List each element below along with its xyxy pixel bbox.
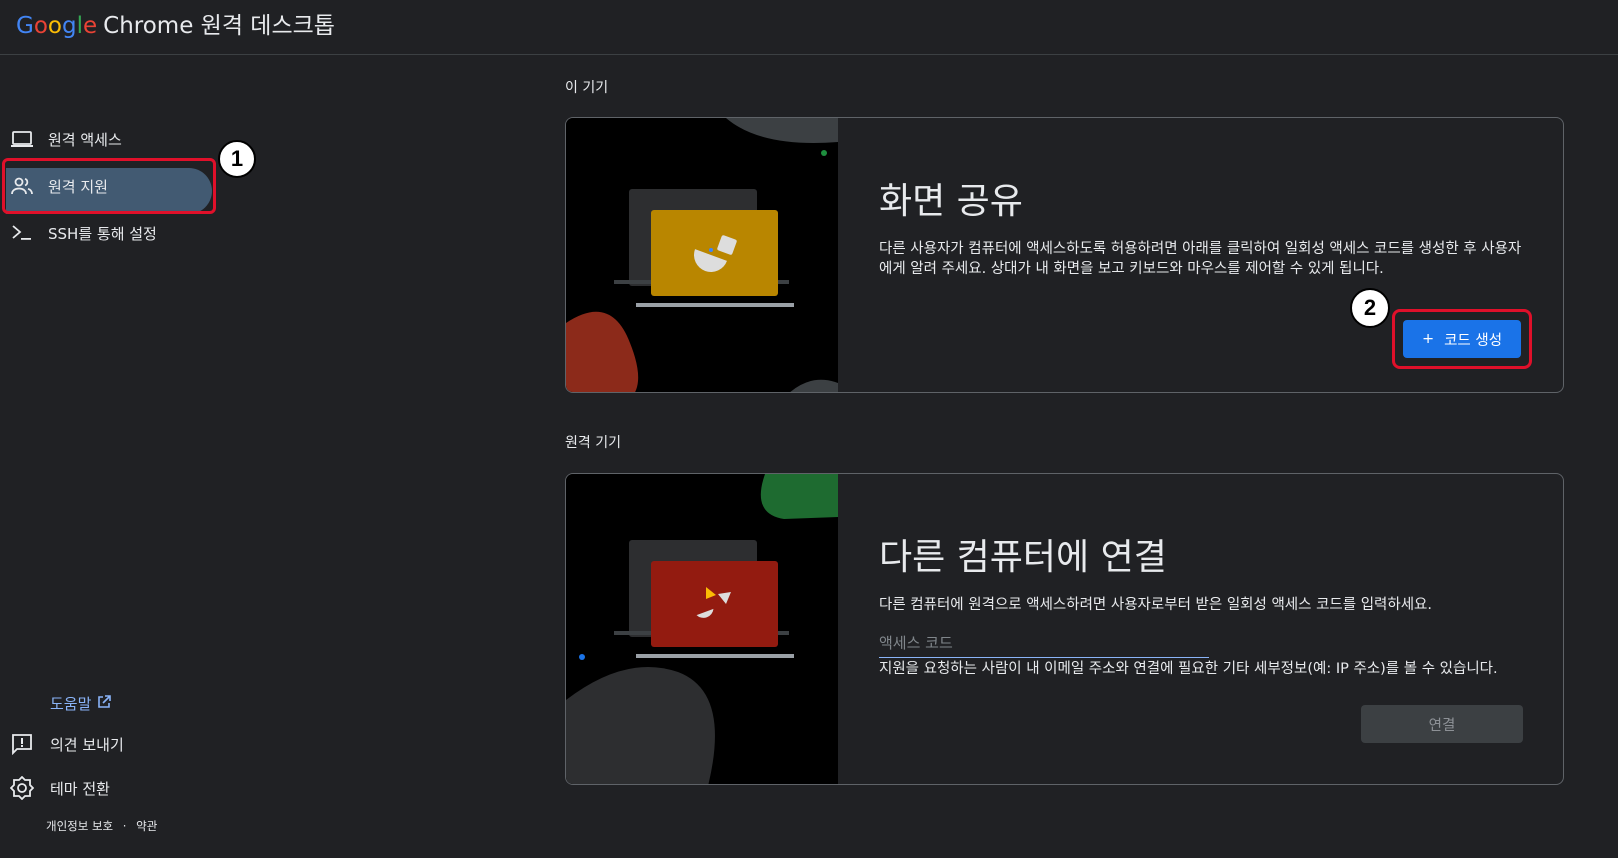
connect-computer-description: 다른 컴퓨터에 원격으로 액세스하려면 사용자로부터 받은 일회성 액세스 코드… bbox=[879, 597, 1433, 613]
laptop-icon bbox=[10, 127, 34, 151]
privacy-notice: 지원을 요청하는 사람이 내 이메일 주소와 연결에 필요한 기타 세부정보(예… bbox=[879, 661, 1498, 677]
theme-toggle-button[interactable]: 테마 전환 bbox=[10, 776, 110, 800]
sidebar-item-label: SSH를 통해 설정 bbox=[48, 224, 157, 243]
privacy-link[interactable]: 개인정보 보호 bbox=[46, 819, 113, 833]
connect-computer-illustration bbox=[566, 474, 838, 784]
sidebar-item-label: 원격 액세스 bbox=[48, 130, 122, 149]
external-link-icon bbox=[97, 694, 112, 713]
access-code-field[interactable] bbox=[879, 631, 1209, 658]
generate-code-label: 코드 생성 bbox=[1444, 332, 1503, 349]
generate-code-button[interactable]: + 코드 생성 bbox=[1403, 320, 1521, 358]
section-title-remote-device: 원격 기기 bbox=[565, 435, 621, 451]
theme-gear-icon bbox=[10, 776, 34, 800]
card-title-share-screen: 화면 공유 bbox=[879, 181, 1023, 222]
active-indicator bbox=[6, 168, 212, 214]
sidebar-item-remote-support[interactable]: 원격 지원 bbox=[0, 162, 212, 214]
terminal-icon bbox=[10, 221, 34, 245]
plus-icon: + bbox=[1421, 331, 1435, 347]
sidebar-item-remote-access[interactable]: 원격 액세스 bbox=[0, 115, 212, 163]
connect-button[interactable]: 연결 bbox=[1361, 705, 1523, 743]
logo-letter: g bbox=[61, 13, 77, 39]
people-icon bbox=[10, 174, 34, 198]
logo-letter: o bbox=[47, 13, 62, 39]
share-screen-illustration bbox=[566, 118, 838, 392]
access-code-input[interactable] bbox=[879, 631, 1209, 655]
card-title-connect-computer: 다른 컴퓨터에 연결 bbox=[879, 537, 1167, 578]
annotation-badge-2: 2 bbox=[1350, 288, 1390, 328]
section-title-this-device: 이 기기 bbox=[565, 80, 609, 96]
send-feedback-button[interactable]: 의견 보내기 bbox=[10, 732, 124, 756]
share-screen-card: 화면 공유 다른 사용자가 컴퓨터에 액세스하도록 허용하려면 아래를 클릭하여… bbox=[565, 117, 1564, 393]
sidebar-item-label: 원격 지원 bbox=[48, 177, 108, 196]
share-screen-description: 다른 사용자가 컴퓨터에 액세스하도록 허용하려면 아래를 클릭하여 일회성 액… bbox=[879, 241, 1522, 277]
annotation-badge-1: 1 bbox=[218, 140, 256, 178]
terms-link[interactable]: 약관 bbox=[136, 819, 157, 833]
help-label: 도움말 bbox=[50, 695, 92, 713]
logo-letter: o bbox=[33, 13, 48, 39]
legal-separator: · bbox=[122, 819, 127, 833]
app-title: Chrome 원격 데스크톱 bbox=[103, 13, 335, 39]
theme-label: 테마 전환 bbox=[50, 779, 110, 798]
app-logo[interactable]: Google Chrome 원격 데스크톱 bbox=[16, 6, 335, 40]
connect-computer-card: 다른 컴퓨터에 연결 다른 컴퓨터에 원격으로 액세스하려면 사용자로부터 받은… bbox=[565, 473, 1564, 785]
legal-links: 개인정보 보호 · 약관 bbox=[46, 818, 157, 834]
logo-letter: e bbox=[82, 13, 98, 39]
feedback-label: 의견 보내기 bbox=[50, 735, 124, 754]
help-link[interactable]: 도움말 bbox=[50, 693, 112, 714]
sidebar-item-ssh-setup[interactable]: SSH를 통해 설정 bbox=[0, 209, 212, 257]
app-header: Google Chrome 원격 데스크톱 bbox=[0, 0, 1618, 55]
logo-letter: G bbox=[16, 13, 34, 39]
feedback-icon bbox=[10, 732, 34, 756]
